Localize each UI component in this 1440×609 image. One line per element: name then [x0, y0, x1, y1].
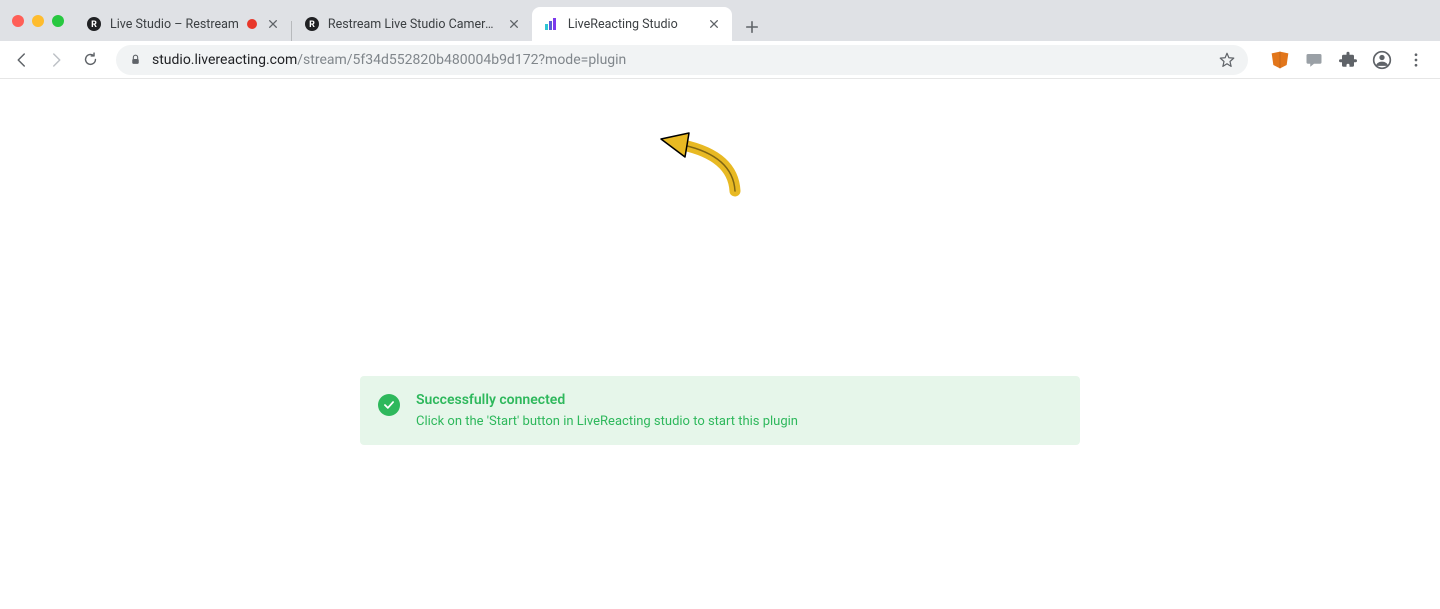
profile-avatar-icon[interactable] — [1372, 50, 1392, 70]
alert-text: Successfully connected Click on the 'Sta… — [416, 392, 798, 429]
url-path: /stream/5f34d552820b480004b9d172?mode=pl… — [297, 52, 626, 68]
svg-text:R: R — [309, 20, 315, 30]
recording-indicator-icon — [247, 19, 257, 29]
svg-text:R: R — [91, 20, 97, 30]
chrome-menu-icon[interactable] — [1406, 50, 1426, 70]
window-controls — [8, 15, 74, 27]
restream-favicon-icon: R — [304, 16, 320, 32]
window-close-button[interactable] — [12, 15, 24, 27]
lock-icon — [128, 53, 142, 67]
tab-livereacting-studio[interactable]: LiveReacting Studio — [532, 7, 732, 41]
extension-icons — [1260, 50, 1432, 70]
address-bar[interactable]: studio.livereacting.com/stream/5f34d5528… — [116, 45, 1248, 75]
tab-title: Live Studio – Restream — [110, 17, 239, 32]
extensions-puzzle-icon[interactable] — [1338, 50, 1358, 70]
alert-title: Successfully connected — [416, 392, 798, 408]
back-button[interactable] — [8, 46, 36, 74]
check-circle-icon — [378, 394, 400, 416]
reload-button[interactable] — [76, 46, 104, 74]
livereacting-favicon-icon — [544, 16, 560, 32]
success-alert: Successfully connected Click on the 'Sta… — [360, 376, 1080, 445]
tab-close-button[interactable] — [506, 16, 522, 32]
window-fullscreen-button[interactable] — [52, 15, 64, 27]
chat-extension-icon[interactable] — [1304, 50, 1324, 70]
url-text: studio.livereacting.com/stream/5f34d5528… — [152, 52, 626, 68]
restream-favicon-icon: R — [86, 16, 102, 32]
url-host: studio.livereacting.com — [152, 52, 297, 68]
alert-subtitle: Click on the 'Start' button in LiveReact… — [416, 414, 798, 429]
browser-tabstrip: R Live Studio – Restream R Restream Live… — [0, 0, 1440, 41]
annotation-arrow-icon — [655, 131, 745, 201]
tabs-row: R Live Studio – Restream R Restream Live… — [74, 0, 766, 41]
browser-toolbar: studio.livereacting.com/stream/5f34d5528… — [0, 41, 1440, 79]
tab-close-button[interactable] — [706, 16, 722, 32]
window-minimize-button[interactable] — [32, 15, 44, 27]
tab-title: Restream Live Studio Camera F — [328, 17, 498, 32]
tab-title: LiveReacting Studio — [568, 17, 698, 32]
tab-restream-camera[interactable]: R Restream Live Studio Camera F — [292, 7, 532, 41]
tab-restream-live-studio[interactable]: R Live Studio – Restream — [74, 7, 291, 41]
forward-button[interactable] — [42, 46, 70, 74]
bookmark-star-icon[interactable] — [1218, 51, 1236, 69]
page-content: Successfully connected Click on the 'Sta… — [0, 79, 1440, 609]
metamask-extension-icon[interactable] — [1270, 50, 1290, 70]
new-tab-button[interactable] — [738, 13, 766, 41]
tab-close-button[interactable] — [265, 16, 281, 32]
